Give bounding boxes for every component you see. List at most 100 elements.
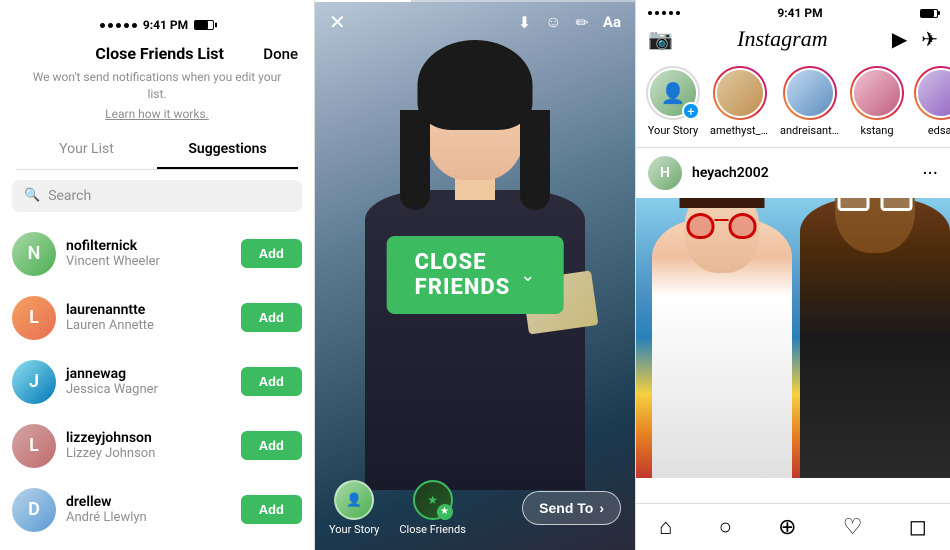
- text-mode-button[interactable]: Aa: [603, 13, 621, 31]
- green-star-icon: ★: [437, 504, 453, 520]
- search-nav-icon[interactable]: ○: [719, 514, 732, 540]
- tab-suggestions[interactable]: Suggestions: [157, 131, 298, 169]
- instagram-logo: Instagram: [737, 26, 827, 52]
- p3-status-right: [920, 9, 938, 18]
- chevron-right-icon: ›: [599, 500, 604, 516]
- send-to-button[interactable]: Send To ›: [522, 491, 621, 525]
- feed-post-username[interactable]: heyach2002: [692, 165, 912, 181]
- feed-person-1-hair: [679, 198, 764, 208]
- story-ring-edsal: [914, 66, 950, 120]
- add-button[interactable]: Add: [241, 367, 302, 396]
- username: nofilternick: [66, 238, 231, 254]
- avatar: N: [12, 232, 56, 276]
- signal-dot-2: [108, 23, 113, 28]
- story-item-amethyst[interactable]: amethyst_girl: [710, 66, 770, 137]
- add-button[interactable]: Add: [241, 495, 302, 524]
- tab-your-list[interactable]: Your List: [16, 131, 157, 169]
- add-button[interactable]: Add: [241, 239, 302, 268]
- stories-row: 👤 + Your Story amethyst_girl andreisanta…: [636, 60, 950, 148]
- story-item-edsal[interactable]: edsal: [914, 66, 950, 137]
- story-ring-amethyst: [713, 66, 767, 120]
- story-item-kstang[interactable]: kstang: [850, 66, 904, 137]
- story-ring-inner: [785, 68, 835, 118]
- user-realname: Vincent Wheeler: [66, 254, 231, 269]
- user-realname: André Llewlyn: [66, 510, 231, 525]
- search-box[interactable]: 🔍 Search: [12, 180, 302, 212]
- story-ring-kstang: [850, 66, 904, 120]
- story-label-edsal: edsal: [928, 124, 950, 137]
- p3-dot-4: [669, 11, 673, 15]
- list-item: L lizzeyjohnson Lizzey Johnson Add: [0, 414, 314, 478]
- learn-link[interactable]: Learn how it works.: [16, 107, 298, 121]
- instagram-header: 📷 Instagram ▶ ✈: [636, 22, 950, 60]
- story-ring-inner: [715, 68, 765, 118]
- direct-message-icon[interactable]: ✈: [921, 27, 938, 51]
- add-post-icon[interactable]: ⊕: [778, 515, 796, 540]
- your-story-ring: 👤 +: [646, 66, 700, 120]
- signal-dot-4: [124, 23, 129, 28]
- feed-person-1-glasses: [687, 213, 757, 241]
- user-realname: Jessica Wagner: [66, 382, 231, 397]
- story-panel: ✕ ⬇ ☺ ✏ Aa CLOSE FRIENDS ⌄ 👤 Your Story …: [315, 0, 635, 550]
- feed-post-avatar[interactable]: H: [648, 156, 682, 190]
- user-info: jannewag Jessica Wagner: [66, 366, 231, 397]
- story-bottom-bar: 👤 Your Story ★ ★ Close Friends Send To ›: [315, 470, 635, 550]
- add-button[interactable]: Add: [241, 303, 302, 332]
- status-bar: 9:41 PM: [16, 12, 298, 36]
- signal-dots: [100, 23, 137, 28]
- draw-icon[interactable]: ✏: [575, 13, 588, 32]
- story-ring-inner: [916, 68, 950, 118]
- feed-person-2: [800, 198, 950, 478]
- p3-battery-icon: [920, 9, 938, 18]
- p3-status-time: 9:41 PM: [777, 6, 822, 20]
- story-ring-inner: [852, 68, 902, 118]
- story-bottom-avatars: 👤 Your Story ★ ★ Close Friends: [329, 480, 466, 536]
- profile-nav-icon[interactable]: ◻: [909, 515, 927, 540]
- list-item: N ninanyc Nina Yiamsamatha Add: [0, 542, 314, 550]
- user-info: laurenanntte Lauren Annette: [66, 302, 231, 333]
- story-close-button[interactable]: ✕: [329, 12, 346, 32]
- download-icon[interactable]: ⬇: [518, 13, 531, 32]
- story-hair-right: [520, 110, 550, 210]
- story-top-bar: ✕ ⬇ ☺ ✏ Aa: [315, 0, 635, 40]
- signal-dot-3: [116, 23, 121, 28]
- home-nav-icon[interactable]: ⌂: [659, 514, 672, 540]
- close-friends-story-item[interactable]: ★ ★ Close Friends: [399, 480, 465, 536]
- user-realname: Lizzey Johnson: [66, 446, 231, 461]
- username: lizzeyjohnson: [66, 430, 231, 446]
- close-friends-badge[interactable]: CLOSE FRIENDS ⌄: [387, 236, 564, 314]
- battery-indicator: [194, 20, 214, 30]
- camera-icon[interactable]: 📷: [648, 27, 673, 51]
- bottom-navigation: ⌂ ○ ⊕ ♡ ◻: [636, 503, 950, 550]
- story-body: [365, 190, 585, 490]
- close-friends-label: CLOSE FRIENDS: [415, 250, 511, 300]
- story-item-andreisantalo[interactable]: andreisantalo: [780, 66, 840, 137]
- story-label-kstang: kstang: [860, 124, 893, 137]
- search-icon: 🔍: [24, 188, 40, 203]
- user-realname: Lauren Annette: [66, 318, 231, 333]
- avatar: D: [12, 488, 56, 532]
- feed-person-1: [652, 218, 792, 478]
- your-story-label: Your Story: [329, 523, 379, 536]
- story-ring-andreisantalo: [783, 66, 837, 120]
- story-actions: ⬇ ☺ ✏ Aa: [518, 12, 621, 32]
- list-item: N nofilternick Vincent Wheeler Add: [0, 222, 314, 286]
- done-button[interactable]: Done: [263, 45, 298, 63]
- your-story-item[interactable]: 👤 Your Story: [329, 480, 379, 536]
- list-item: D drellew André Llewlyn Add: [0, 478, 314, 542]
- heart-nav-icon[interactable]: ♡: [843, 515, 863, 540]
- status-time: 9:41 PM: [143, 18, 188, 32]
- story-item-your-story[interactable]: 👤 + Your Story: [646, 66, 700, 137]
- add-button[interactable]: Add: [241, 431, 302, 460]
- notification-text: We won't send notifications when you edi…: [16, 69, 298, 107]
- user-info: drellew André Llewlyn: [66, 494, 231, 525]
- panel-title: Close Friends List: [95, 44, 224, 63]
- avatar: L: [12, 424, 56, 468]
- more-options-button[interactable]: ···: [922, 163, 938, 183]
- sticker-icon[interactable]: ☺: [545, 12, 561, 32]
- igtv-icon[interactable]: ▶: [892, 27, 907, 51]
- chevron-down-icon: ⌄: [520, 265, 535, 286]
- user-list: N nofilternick Vincent Wheeler Add L lau…: [0, 222, 314, 550]
- p3-dot-5: [676, 11, 680, 15]
- feed-person-1-face: [684, 198, 759, 273]
